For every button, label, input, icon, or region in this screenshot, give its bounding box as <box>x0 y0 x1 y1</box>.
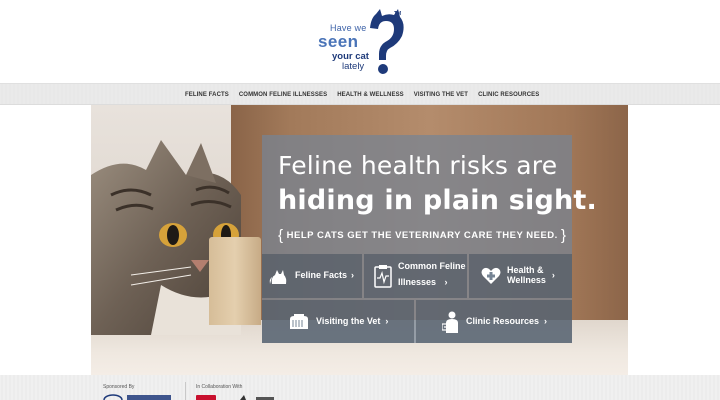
logo-text-seen: seen <box>318 32 359 51</box>
tile-common-feline-illnesses-line2-row: Illnesses › <box>398 272 466 290</box>
chevron-right-icon: › <box>385 315 389 326</box>
tile-clinic-resources[interactable]: Clinic Resources › <box>416 300 572 343</box>
chevron-right-icon: › <box>444 276 448 287</box>
tile-common-feline-illnesses[interactable]: Common Feline Illnesses › <box>364 254 467 298</box>
in-collaboration-with-label: In Collaboration With <box>196 384 243 390</box>
tile-visiting-the-vet-label: Visiting the Vet <box>316 315 381 326</box>
clipboard-heartbeat-icon <box>374 264 392 288</box>
cat-icon <box>269 267 289 285</box>
question-mark-cat-icon <box>370 9 404 74</box>
nav-item-health-wellness[interactable]: HEALTH & WELLNESS <box>332 92 409 98</box>
heart-cross-icon <box>481 267 501 285</box>
hero-tagline: { HELP CATS GET THE VETERINARY CARE THEY… <box>278 227 566 244</box>
sponsored-by-label: Sponsored By <box>103 384 135 390</box>
tile-common-feline-illnesses-text: Common Feline Illnesses › <box>398 261 466 290</box>
chevron-right-icon: › <box>351 270 355 281</box>
sponsor-logo[interactable] <box>103 393 173 400</box>
chevron-right-icon: › <box>544 315 548 326</box>
tile-common-feline-illnesses-line2: Illnesses <box>398 276 437 287</box>
chevron-right-icon: › <box>551 270 555 281</box>
tile-health-wellness[interactable]: Health & Wellness › <box>469 254 572 298</box>
hero-background-step <box>209 237 261 325</box>
brace-close: } <box>560 227 567 244</box>
tile-feline-facts-label: Feline Facts <box>295 270 348 281</box>
tile-health-wellness-line2: Wellness <box>507 275 546 285</box>
logo-text-lately: lately <box>342 61 365 72</box>
site-logo[interactable]: Have we seen your cat lately TM <box>316 9 406 76</box>
hero-headline-line1: Feline health risks are <box>278 151 558 180</box>
cat-carrier-icon <box>288 313 310 330</box>
hero-headline-line2: hiding in plain sight. <box>278 185 598 216</box>
veterinarian-icon <box>442 311 460 333</box>
hero-tagline-text: HELP CATS GET THE VETERINARY CARE THEY N… <box>286 230 558 241</box>
nav-item-visiting-the-vet[interactable]: VISITING THE VET <box>409 92 473 98</box>
brace-open: { <box>278 227 284 244</box>
tile-common-feline-illnesses-line1: Common Feline <box>398 261 466 272</box>
tile-clinic-resources-label: Clinic Resources <box>466 315 540 326</box>
nav-item-clinic-resources[interactable]: CLINIC RESOURCES <box>473 92 544 98</box>
hero-overlay-panel: Feline health risks are hiding in plain … <box>262 135 597 343</box>
logo-trademark: TM <box>394 11 402 17</box>
tile-feline-facts[interactable]: Feline Facts › <box>262 254 362 298</box>
nav-item-feline-facts[interactable]: FELINE FACTS <box>180 92 234 98</box>
collaborator-logo-red[interactable] <box>196 395 216 400</box>
nav-item-common-feline-illnesses[interactable]: COMMON FELINE ILLNESSES <box>234 92 332 98</box>
footer-divider <box>185 382 186 400</box>
tile-visiting-the-vet[interactable]: Visiting the Vet › <box>262 300 414 343</box>
main-nav: FELINE FACTS COMMON FELINE ILLNESSES HEA… <box>0 83 720 105</box>
collaborator-logo-dark[interactable] <box>236 395 276 400</box>
tile-health-wellness-text: Health & Wellness <box>507 265 546 286</box>
